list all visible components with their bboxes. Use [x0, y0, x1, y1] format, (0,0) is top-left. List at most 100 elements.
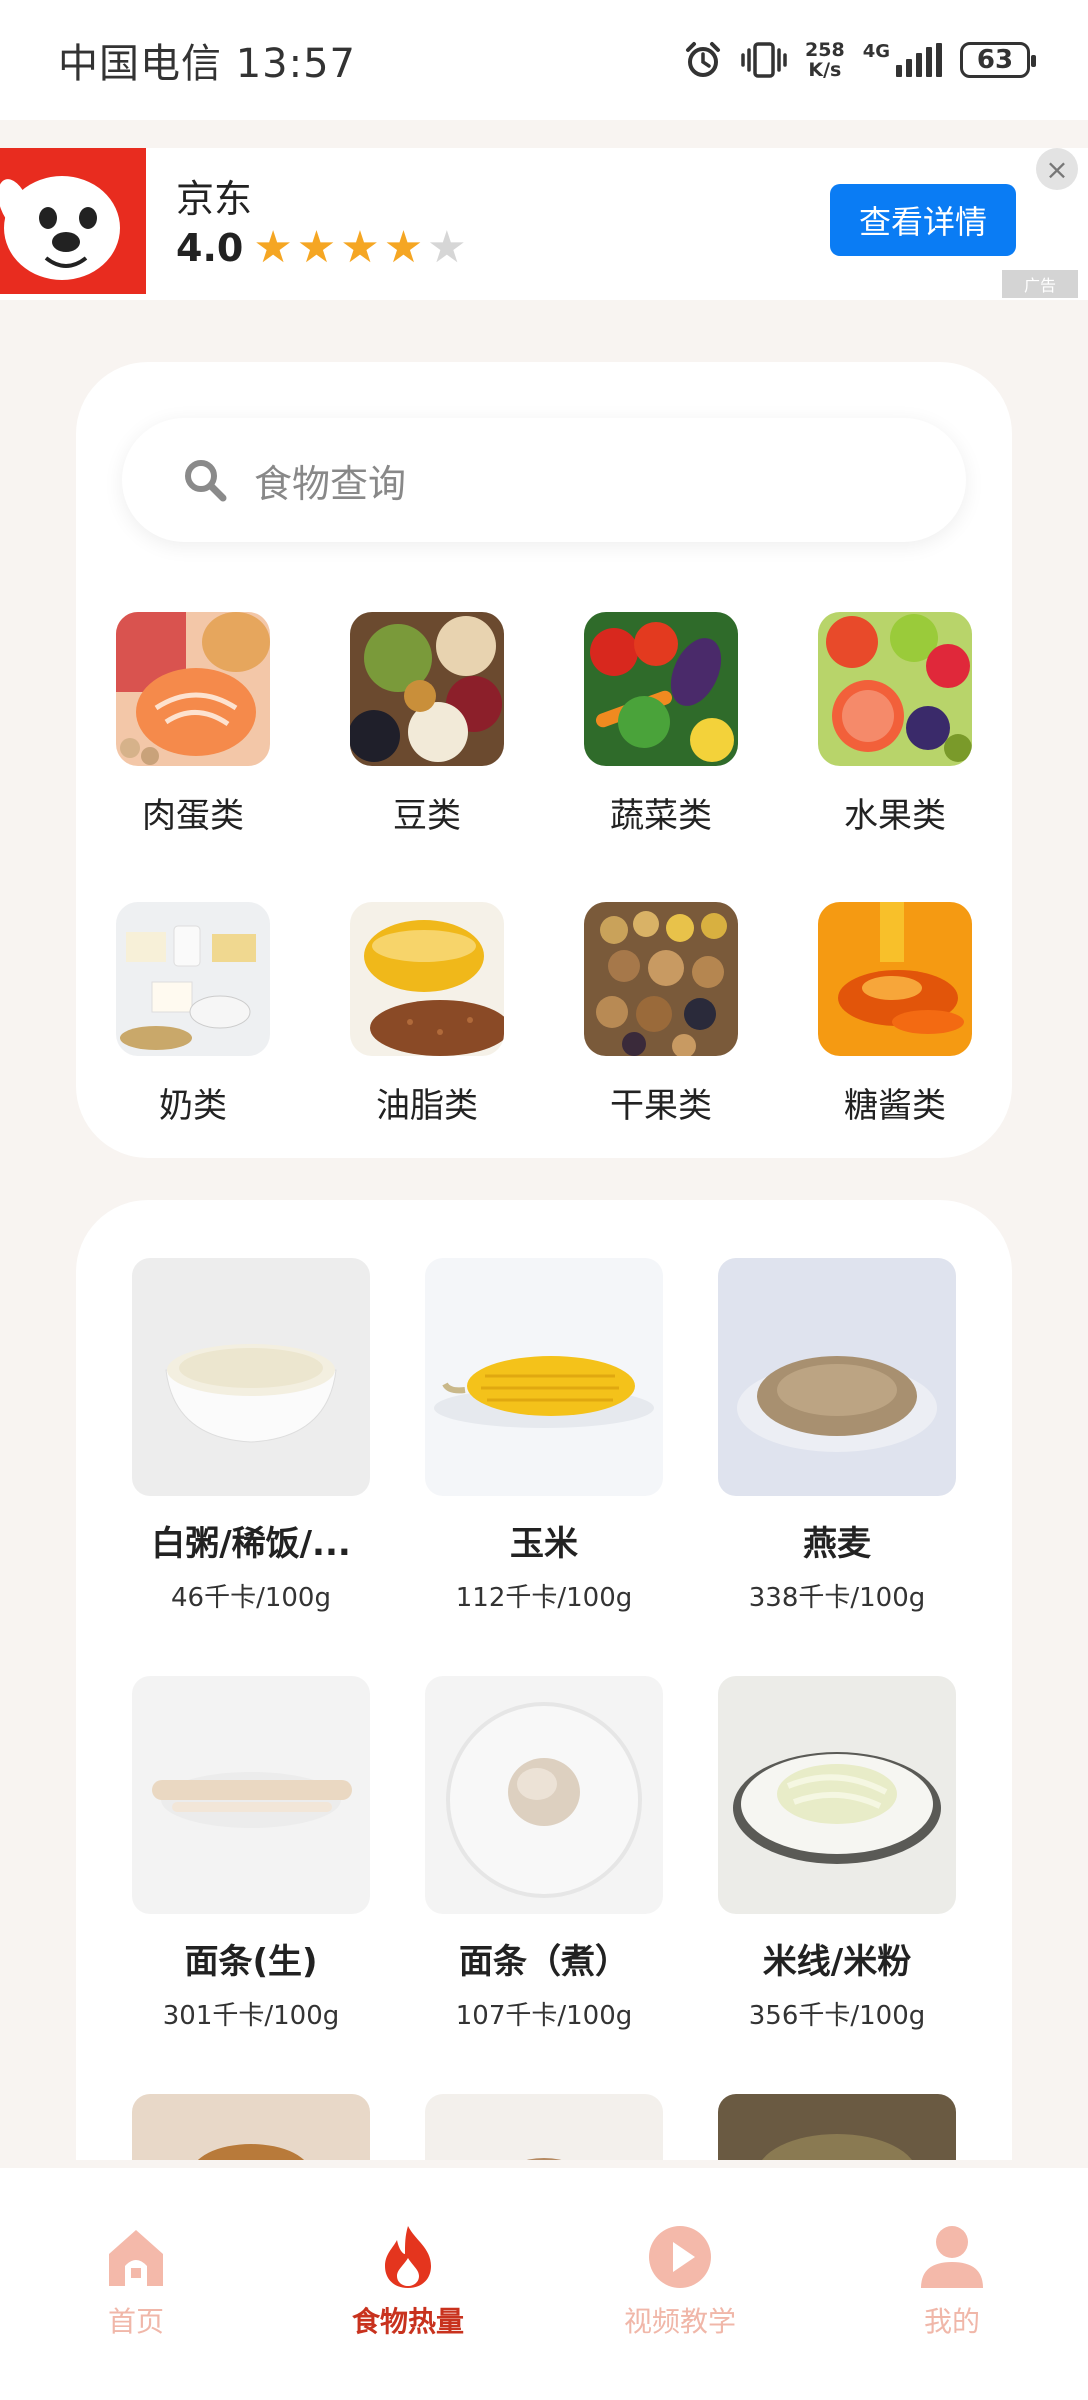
ad-rating: 4.0 ★ ★ ★ ★ ★: [176, 222, 467, 273]
category-card: 食物查询 肉蛋类 豆类 蔬菜类 水果类 奶类 油脂类 干果类 糖酱类: [76, 362, 1012, 1158]
signal: 4G: [863, 43, 942, 77]
tab-label: 视频教学: [623, 2305, 736, 2338]
category-honey[interactable]: 糖酱类: [778, 902, 1012, 1126]
tab-label: 我的: [923, 2305, 980, 2338]
tab-label: 食物热量: [351, 2305, 464, 2338]
food-calories: 107千卡/100g: [455, 2001, 633, 2031]
vibrate-icon: [741, 42, 787, 78]
category-beans[interactable]: 豆类: [310, 612, 544, 836]
food-item[interactable]: 面条(生) 301千卡/100g: [132, 1676, 370, 2032]
ad-mark-label: 广告: [1023, 276, 1056, 295]
vegetables-photo: [584, 612, 738, 766]
tab-home[interactable]: 首页: [0, 2168, 272, 2400]
food-name: 燕麦: [803, 1524, 871, 1564]
ad-title: 京东: [176, 177, 253, 221]
food-item[interactable]: 玉米 112千卡/100g: [425, 1258, 663, 1614]
category-label: 奶类: [159, 1086, 227, 1126]
category-grid: 肉蛋类 豆类 蔬菜类 水果类 奶类 油脂类 干果类 糖酱类: [76, 612, 1012, 1126]
star-empty-icon: ★: [427, 222, 467, 273]
bottom-tab-bar: 首页 食物热量 视频教学 我的: [0, 2168, 1088, 2400]
food-list-card: 白粥/稀饭/... 46千卡/100g 玉米 112千卡/100g 燕麦 338…: [76, 1200, 1012, 2160]
oats-photo: [718, 1258, 956, 1496]
category-label: 糖酱类: [844, 1086, 946, 1126]
food-calories: 356千卡/100g: [748, 2001, 926, 2031]
food-item[interactable]: 白粥/稀饭/... 46千卡/100g: [132, 1258, 370, 1614]
honey-photo: [818, 902, 972, 1056]
signal-bars-icon: [896, 43, 942, 77]
food-name: 白粥/稀饭/...: [151, 1524, 351, 1564]
home-icon: [109, 2230, 163, 2286]
meat-eggs-photo: [116, 612, 270, 766]
category-fruits[interactable]: 水果类: [778, 612, 1012, 836]
food-photo: [718, 2094, 956, 2160]
view-details-button[interactable]: 查看详情: [830, 184, 1016, 256]
food-name: 米线/米粉: [762, 1942, 912, 1982]
food-item[interactable]: 燕麦 338千卡/100g: [718, 1258, 956, 1614]
speed-unit: K/s: [808, 59, 842, 81]
close-icon[interactable]: ×: [1036, 148, 1078, 190]
category-vegetables[interactable]: 蔬菜类: [544, 612, 778, 836]
carrier-time: 中国电信 13:57: [58, 41, 356, 87]
rating-value: 4.0: [176, 226, 244, 270]
category-dairy[interactable]: 奶类: [76, 902, 310, 1126]
nuts-photo: [584, 902, 738, 1056]
tab-video[interactable]: 视频教学: [544, 2168, 816, 2400]
fruits-photo: [818, 612, 972, 766]
food-item[interactable]: [425, 2094, 663, 2160]
food-name: 玉米: [510, 1524, 578, 1564]
network-type: 4G: [862, 41, 890, 62]
battery-icon: 63: [960, 42, 1036, 78]
category-label: 肉蛋类: [142, 796, 244, 836]
status-icons: 258 K/s 4G 63: [683, 40, 1036, 80]
food-calories: 301千卡/100g: [162, 2001, 340, 2031]
rice-noodles-photo: [718, 1676, 956, 1914]
food-item[interactable]: 米线/米粉 356千卡/100g: [718, 1676, 956, 2032]
food-name: 面条（煮）: [459, 1942, 629, 1982]
star-icon: ★: [340, 222, 380, 273]
food-item[interactable]: 面条（煮） 107千卡/100g: [425, 1676, 663, 2032]
congee-photo: [132, 1258, 370, 1496]
food-calories: 338千卡/100g: [748, 1583, 926, 1613]
dairy-photo: [116, 902, 270, 1056]
person-icon: [921, 2226, 983, 2288]
tab-food-calories[interactable]: 食物热量: [272, 2168, 544, 2400]
food-photo: [425, 2094, 663, 2160]
raw-noodles-photo: [132, 1676, 370, 1914]
category-label: 豆类: [393, 796, 461, 836]
food-item[interactable]: [132, 2094, 370, 2160]
category-label: 蔬菜类: [610, 796, 712, 836]
alarm-icon: [686, 42, 721, 77]
star-icon: ★: [296, 222, 337, 273]
search-icon: [185, 460, 227, 502]
food-photo: [132, 2094, 370, 2160]
corn-photo: [425, 1258, 663, 1496]
food-calories: 46千卡/100g: [171, 1583, 331, 1613]
tab-mine[interactable]: 我的: [816, 2168, 1088, 2400]
search-input[interactable]: 食物查询: [122, 418, 966, 542]
search-placeholder: 食物查询: [254, 461, 407, 506]
food-name: 面条(生): [184, 1942, 318, 1982]
star-icon: ★: [253, 222, 293, 273]
food-calories: 112千卡/100g: [455, 1583, 633, 1613]
cooked-noodles-photo: [425, 1676, 663, 1914]
food-item[interactable]: [718, 2094, 956, 2160]
play-icon: [649, 2226, 711, 2288]
food-grid: 白粥/稀饭/... 46千卡/100g 玉米 112千卡/100g 燕麦 338…: [132, 1258, 956, 2160]
beans-photo: [350, 612, 504, 766]
category-meat-eggs[interactable]: 肉蛋类: [76, 612, 310, 836]
star-icon: ★: [383, 222, 424, 273]
ad-mark: 广告: [1002, 270, 1078, 298]
tab-label: 首页: [107, 2305, 164, 2338]
oil-photo: [350, 902, 504, 1056]
category-label: 干果类: [610, 1086, 712, 1126]
flame-icon: [385, 2226, 431, 2288]
category-label: 油脂类: [376, 1086, 478, 1126]
speed-value: 258: [805, 39, 845, 61]
battery-level: 63: [976, 45, 1014, 75]
category-oil[interactable]: 油脂类: [310, 902, 544, 1126]
ad-banner[interactable]: 京东 4.0 ★ ★ ★ ★ ★ 查看详情 × 广告: [0, 148, 1088, 300]
network-speed: 258 K/s: [805, 40, 845, 80]
status-bar: 中国电信 13:57 258 K/s 4G 63: [0, 0, 1088, 120]
category-nuts[interactable]: 干果类: [544, 902, 778, 1126]
jd-logo: [0, 148, 146, 294]
